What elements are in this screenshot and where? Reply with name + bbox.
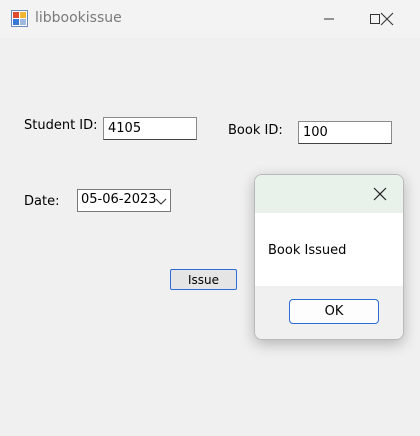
app-form-icon	[11, 10, 28, 27]
ok-button[interactable]: OK	[289, 299, 379, 324]
dialog-title-bar[interactable]	[255, 175, 403, 213]
close-button[interactable]	[364, 0, 410, 38]
book-id-label: Book ID:	[228, 123, 283, 138]
window-title: libbookissue	[35, 10, 122, 26]
dialog-close-button[interactable]	[357, 175, 403, 213]
message-dialog: Book Issued OK	[254, 174, 404, 340]
date-value: 05-06-2023	[81, 192, 157, 207]
student-id-input[interactable]	[103, 117, 197, 140]
date-label: Date:	[24, 194, 60, 209]
dialog-footer: OK	[255, 286, 403, 339]
close-icon	[373, 187, 387, 201]
dialog-message: Book Issued	[268, 243, 347, 258]
issue-button[interactable]: Issue	[170, 269, 237, 290]
student-id-label: Student ID:	[24, 118, 98, 133]
minimize-button[interactable]	[306, 0, 352, 38]
title-bar[interactable]: libbookissue	[0, 0, 420, 38]
date-picker[interactable]: 05-06-2023	[77, 189, 171, 212]
minimize-icon	[324, 18, 334, 20]
chevron-down-icon[interactable]	[154, 195, 168, 207]
book-id-input[interactable]	[298, 121, 392, 144]
close-icon	[380, 12, 394, 26]
